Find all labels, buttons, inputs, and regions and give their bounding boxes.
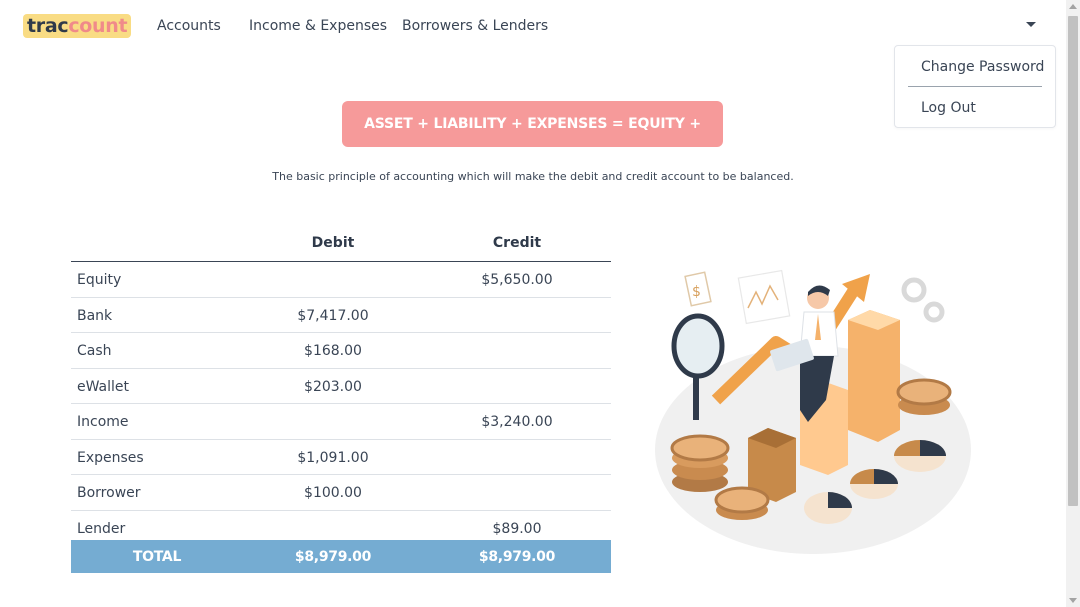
logo-text-trac: trac	[27, 15, 69, 37]
balance-table: Debit Credit Equity $5,650.00 Bank $7,41…	[71, 227, 611, 545]
user-dropdown-menu: Change Password Log Out	[894, 45, 1056, 128]
nav-link-borrowers-lenders[interactable]: Borrowers & Lenders	[402, 18, 548, 34]
table-row: Expenses $1,091.00	[71, 440, 611, 475]
row-debit: $203.00	[304, 378, 362, 395]
total-row: TOTAL $8,979.00 $8,979.00	[71, 540, 611, 573]
header-debit: Debit	[311, 235, 355, 251]
table-row: Borrower $100.00	[71, 475, 611, 511]
table-row: Cash $168.00	[71, 333, 611, 369]
nav-link-accounts[interactable]: Accounts	[157, 18, 221, 34]
table-row: eWallet $203.00	[71, 369, 611, 404]
finance-growth-illustration: $	[655, 269, 971, 554]
dropdown-divider	[908, 86, 1042, 87]
total-label: TOTAL	[132, 549, 182, 565]
row-debit: $168.00	[304, 343, 362, 359]
row-debit: $100.00	[304, 485, 362, 501]
row-credit: $3,240.00	[481, 414, 553, 430]
accounting-equation-banner: ASSET + LIABILITY + EXPENSES = EQUITY + …	[342, 101, 723, 178]
row-credit: $89.00	[492, 520, 542, 537]
row-name: Equity	[77, 272, 122, 288]
row-name: Borrower	[77, 485, 141, 501]
row-debit: $1,091.00	[297, 449, 369, 466]
logo[interactable]: traccount	[23, 14, 132, 38]
log-out-item[interactable]: Log Out	[921, 100, 976, 116]
scroll-down-arrow-icon[interactable]	[1069, 598, 1077, 603]
row-name: Expenses	[77, 449, 144, 466]
row-debit: $7,417.00	[297, 307, 369, 324]
change-password-item[interactable]: Change Password	[921, 59, 1044, 75]
table-row: Income $3,240.00	[71, 404, 611, 440]
table-row: Equity $5,650.00	[71, 262, 611, 298]
accounting-principle-text: The basic principle of accounting which …	[272, 170, 794, 183]
table-row: Bank $7,417.00	[71, 298, 611, 333]
header-credit: Credit	[492, 235, 542, 251]
total-debit: $8,979.00	[294, 549, 372, 565]
user-menu-caret-icon[interactable]	[1026, 22, 1036, 27]
row-name: Bank	[77, 307, 113, 324]
total-credit: $8,979.00	[478, 549, 556, 565]
table-header: Debit Credit	[71, 227, 611, 262]
nav-link-income-expenses[interactable]: Income & Expenses	[249, 18, 387, 34]
row-credit: $5,650.00	[481, 272, 553, 288]
row-name: Lender	[77, 520, 126, 537]
scroll-thumb[interactable]	[1068, 16, 1078, 506]
logo-text-count: count	[68, 15, 128, 37]
scroll-up-arrow-icon[interactable]	[1069, 4, 1077, 9]
row-name: Cash	[77, 343, 112, 359]
accounting-illustration: $	[648, 260, 978, 560]
row-name: Income	[77, 414, 129, 430]
page-scrollbar[interactable]	[1066, 0, 1080, 607]
row-name: eWallet	[77, 378, 130, 395]
svg-text:$: $	[692, 284, 701, 300]
